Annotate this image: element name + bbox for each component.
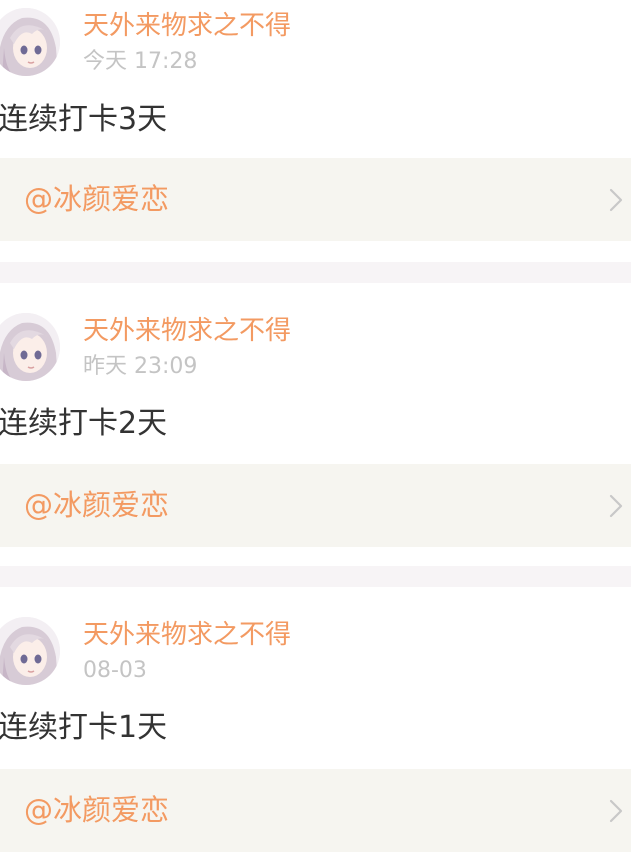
post-content: 连续打卡3天 (0, 102, 168, 137)
mention-user-link: @冰颜爱恋 (24, 793, 170, 827)
post-separator (0, 262, 631, 283)
author-name[interactable]: 天外来物求之不得 (83, 619, 291, 651)
feed-post: 天外来物求之不得 08-03 连续打卡1天 @冰颜爱恋 (0, 587, 631, 852)
mention-user-link: @冰颜爱恋 (24, 488, 170, 522)
feed-post: 天外来物求之不得 今天 17:28 连续打卡3天 @冰颜爱恋 (0, 0, 631, 262)
chevron-right-icon (609, 799, 623, 823)
mention-card[interactable]: @冰颜爱恋 (0, 158, 631, 241)
avatar[interactable] (0, 313, 60, 381)
chevron-right-icon (609, 188, 623, 212)
post-timestamp: 今天 17:28 (83, 49, 198, 74)
author-name[interactable]: 天外来物求之不得 (83, 315, 291, 347)
post-content: 连续打卡2天 (0, 406, 168, 441)
avatar[interactable] (0, 617, 60, 685)
mention-card[interactable]: @冰颜爱恋 (0, 769, 631, 852)
post-timestamp: 08-03 (83, 658, 147, 683)
post-separator (0, 566, 631, 587)
mention-user-link: @冰颜爱恋 (24, 182, 170, 216)
avatar[interactable] (0, 8, 60, 76)
post-timestamp: 昨天 23:09 (83, 354, 198, 379)
post-content: 连续打卡1天 (0, 710, 168, 745)
author-name[interactable]: 天外来物求之不得 (83, 10, 291, 42)
chevron-right-icon (609, 494, 623, 518)
mention-card[interactable]: @冰颜爱恋 (0, 464, 631, 547)
feed-post: 天外来物求之不得 昨天 23:09 连续打卡2天 @冰颜爱恋 (0, 283, 631, 566)
